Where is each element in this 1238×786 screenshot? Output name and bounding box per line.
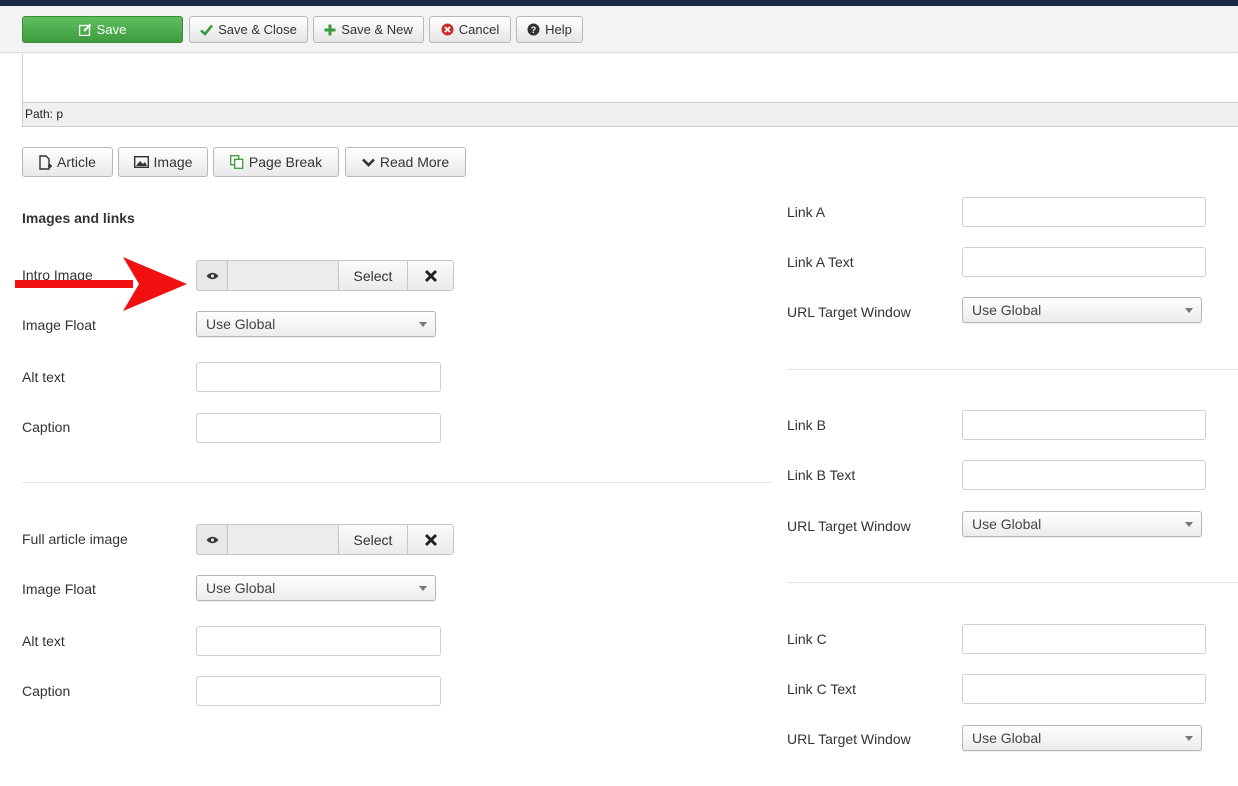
link-a-target-select[interactable]: Use Global xyxy=(962,297,1202,323)
full-alt-text-label: Alt text xyxy=(22,633,65,649)
intro-alt-text-label: Alt text xyxy=(22,369,65,385)
image-label: Image xyxy=(153,154,193,170)
link-c-target-select[interactable]: Use Global xyxy=(962,725,1202,751)
full-alt-text-input[interactable] xyxy=(196,626,441,656)
plus-icon xyxy=(324,24,336,36)
page-break-label: Page Break xyxy=(248,154,323,170)
intro-image-path xyxy=(228,261,339,290)
intro-image-float-select[interactable]: Use Global xyxy=(196,311,436,337)
intro-image-float-value: Use Global xyxy=(206,316,276,332)
image-button[interactable]: Image xyxy=(118,147,208,177)
chevron-down-icon xyxy=(1185,736,1193,741)
intro-image-float-label: Image Float xyxy=(22,317,96,333)
save-button-label: Save xyxy=(96,22,127,37)
chevron-down-icon xyxy=(1185,308,1193,313)
help-label: Help xyxy=(545,22,572,37)
clear-icon xyxy=(424,533,438,547)
link-a-target-label: URL Target Window xyxy=(787,304,911,320)
intro-caption-input[interactable] xyxy=(196,413,441,443)
clear-icon xyxy=(424,269,438,283)
article-label: Article xyxy=(57,154,96,170)
link-b-target-select[interactable]: Use Global xyxy=(962,511,1202,537)
full-image-field: Select xyxy=(196,524,454,555)
link-a-text-label: Link A Text xyxy=(787,254,854,270)
full-image-clear-button[interactable] xyxy=(408,525,453,554)
link-b-target-value: Use Global xyxy=(972,516,1042,532)
chevron-down-icon xyxy=(1185,522,1193,527)
read-more-label: Read More xyxy=(379,154,450,170)
help-button[interactable]: ? Help xyxy=(516,16,583,43)
editor-path-bar: Path: p xyxy=(23,102,1238,126)
divider xyxy=(787,369,1238,370)
link-c-target-value: Use Global xyxy=(972,730,1042,746)
intro-image-field: Select xyxy=(196,260,454,291)
editor-path: Path: p xyxy=(25,107,64,121)
full-image-path xyxy=(228,525,339,554)
save-button[interactable]: Save xyxy=(22,16,183,43)
link-b-input[interactable] xyxy=(962,410,1206,440)
link-c-input[interactable] xyxy=(962,624,1206,654)
save-close-label: Save & Close xyxy=(218,22,297,37)
link-a-text-input[interactable] xyxy=(962,247,1206,277)
full-image-preview-button[interactable] xyxy=(197,525,228,554)
link-a-target-value: Use Global xyxy=(972,302,1042,318)
cancel-button[interactable]: Cancel xyxy=(429,16,511,43)
link-b-target-label: URL Target Window xyxy=(787,518,911,534)
link-a-input[interactable] xyxy=(962,197,1206,227)
read-more-button[interactable]: Read More xyxy=(345,147,466,177)
divider xyxy=(22,482,771,483)
eye-icon xyxy=(206,272,219,280)
action-toolbar: Save Save & Close Save & New Cancel ? He… xyxy=(0,6,1238,53)
save-new-button[interactable]: Save & New xyxy=(313,16,424,43)
article-button[interactable]: Article xyxy=(22,147,113,177)
intro-image-clear-button[interactable] xyxy=(408,261,453,290)
edit-icon xyxy=(78,23,92,36)
intro-image-select-button[interactable]: Select xyxy=(339,261,408,290)
link-c-label: Link C xyxy=(787,631,827,647)
link-c-target-label: URL Target Window xyxy=(787,731,911,747)
read-more-icon xyxy=(361,158,375,167)
save-new-label: Save & New xyxy=(341,22,413,37)
arrow-annotation xyxy=(15,255,187,316)
save-close-button[interactable]: Save & Close xyxy=(189,16,308,43)
link-a-label: Link A xyxy=(787,204,826,220)
full-caption-input[interactable] xyxy=(196,676,441,706)
full-caption-label: Caption xyxy=(22,683,71,699)
article-icon xyxy=(39,154,53,170)
cancel-icon xyxy=(441,23,454,36)
full-image-float-value: Use Global xyxy=(206,580,276,596)
editor-area[interactable]: Path: p xyxy=(22,54,1238,127)
svg-text:?: ? xyxy=(531,25,537,35)
divider xyxy=(787,582,1238,583)
chevron-down-icon xyxy=(419,586,427,591)
link-b-text-input[interactable] xyxy=(962,460,1206,490)
intro-alt-text-input[interactable] xyxy=(196,362,441,392)
full-image-float-label: Image Float xyxy=(22,581,96,597)
eye-icon xyxy=(206,536,219,544)
full-image-label: Full article image xyxy=(22,531,128,547)
page-break-icon xyxy=(229,155,244,169)
images-links-heading: Images and links xyxy=(22,210,135,226)
link-b-label: Link B xyxy=(787,417,826,433)
link-c-text-label: Link C Text xyxy=(787,681,856,697)
chevron-down-icon xyxy=(419,322,427,327)
link-c-text-input[interactable] xyxy=(962,674,1206,704)
intro-image-preview-button[interactable] xyxy=(197,261,228,290)
cancel-label: Cancel xyxy=(458,22,500,37)
help-icon: ? xyxy=(527,23,540,36)
intro-caption-label: Caption xyxy=(22,419,71,435)
check-icon xyxy=(200,24,214,36)
full-image-float-select[interactable]: Use Global xyxy=(196,575,436,601)
page-break-button[interactable]: Page Break xyxy=(213,147,339,177)
image-icon xyxy=(133,156,149,168)
full-image-select-button[interactable]: Select xyxy=(339,525,408,554)
link-b-text-label: Link B Text xyxy=(787,467,856,483)
